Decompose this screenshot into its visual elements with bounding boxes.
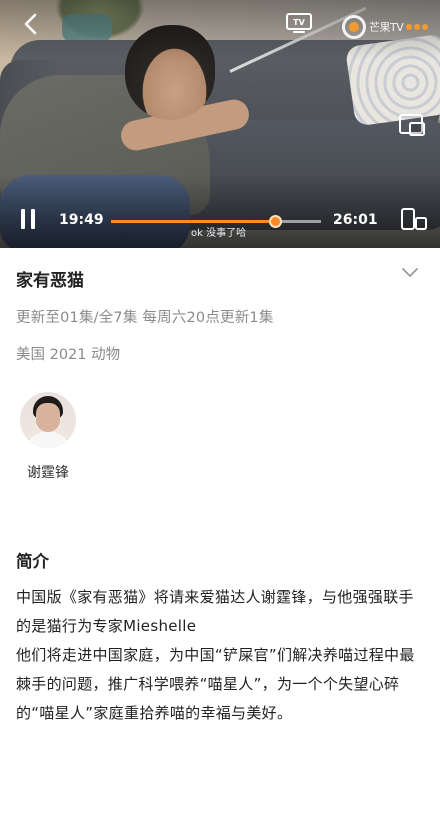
video-player[interactable]: TV 芒果TV 19:49 ok 没事了哈 26:01 <box>0 0 440 248</box>
pause-icon <box>19 207 37 235</box>
back-icon <box>23 13 37 39</box>
rotate-screen-button[interactable] <box>400 208 428 234</box>
total-time: 26:01 <box>333 212 378 228</box>
intro-paragraph: 中国版《家有恶猫》将请来爱猫达人谢霆锋，与他强强联手的是猫行为专家Mieshel… <box>16 588 414 635</box>
logo-icon <box>342 15 366 39</box>
progress-handle[interactable] <box>268 215 282 228</box>
cast-member[interactable]: 谢霆锋 <box>16 392 80 482</box>
intro-text: 中国版《家有恶猫》将请来爱猫达人谢霆锋，与他强强联手的是猫行为专家Mieshel… <box>16 583 428 728</box>
svg-text:TV: TV <box>293 18 305 27</box>
logo-dots <box>406 24 429 30</box>
tv-cast-icon: TV <box>285 12 313 38</box>
progress-fill <box>111 220 275 223</box>
show-title: 家有恶猫 <box>16 271 84 291</box>
chevron-down-icon <box>402 263 418 282</box>
current-time: 19:49 <box>59 212 104 228</box>
progress-bar[interactable] <box>111 215 321 228</box>
pause-button[interactable] <box>16 207 40 235</box>
pip-icon <box>398 113 426 141</box>
pip-button[interactable] <box>397 114 427 140</box>
danmaku-comment: ok 没事了哈 <box>191 228 247 239</box>
episode-update-info: 更新至01集/全7集 每周六20点更新1集 <box>16 310 274 326</box>
platform-logo: 芒果TV <box>342 14 432 40</box>
avatar[interactable] <box>20 392 76 448</box>
expand-details-button[interactable] <box>400 264 420 280</box>
intro-heading: 简介 <box>16 552 49 571</box>
rotate-screen-icon <box>400 206 428 236</box>
intro-paragraph: 他们将走进中国家庭，为中国“铲屎官”们解决养喵过程中最棘手的问题，推广科学喂养“… <box>16 646 415 722</box>
show-meta: 美国 2021 动物 <box>16 347 121 363</box>
logo-text: 芒果TV <box>369 21 404 34</box>
back-button[interactable] <box>14 10 46 42</box>
tv-cast-button[interactable]: TV <box>285 12 313 38</box>
cast-member-name: 谢霆锋 <box>27 465 69 481</box>
